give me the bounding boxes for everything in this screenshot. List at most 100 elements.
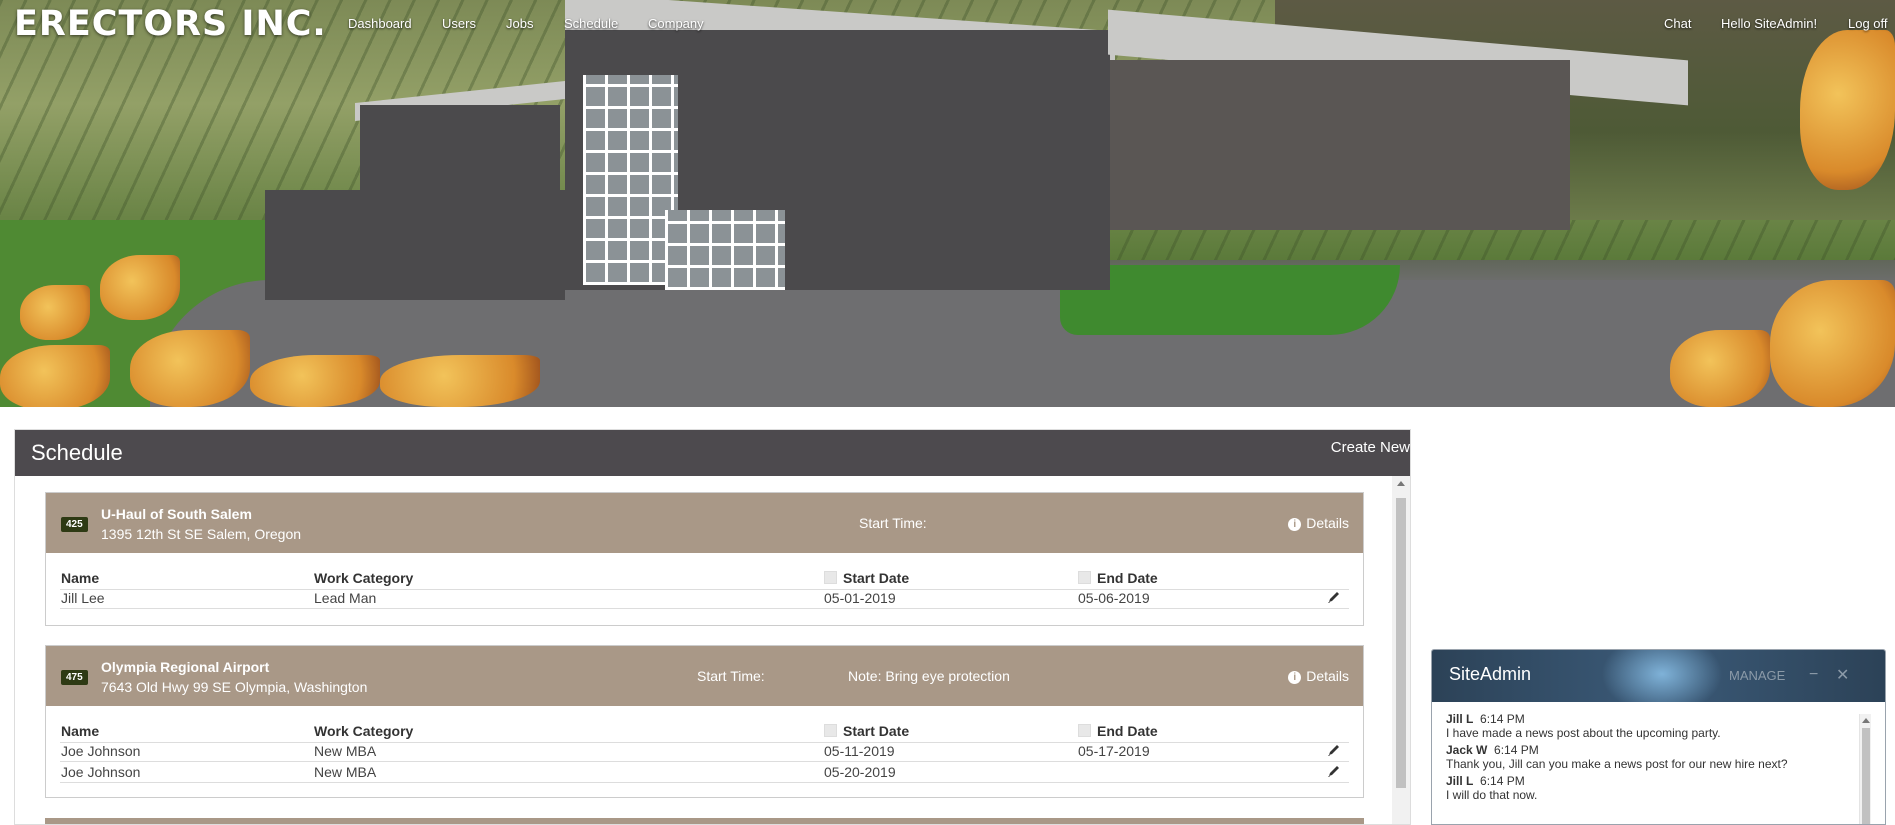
leaf-decoration xyxy=(1770,280,1895,407)
nav-dashboard[interactable]: Dashboard xyxy=(348,16,412,31)
cell-category: New MBA xyxy=(314,764,377,780)
cell-category: New MBA xyxy=(314,743,377,759)
chat-time: 6:14 PM xyxy=(1480,774,1525,788)
col-header-category: Work Category xyxy=(314,570,414,586)
lawn-center xyxy=(1060,265,1400,335)
nav-logoff[interactable]: Log off xyxy=(1848,16,1888,31)
page-title: Schedule xyxy=(31,440,123,465)
nav-hello-user[interactable]: Hello SiteAdmin! xyxy=(1721,16,1817,31)
scroll-thumb[interactable] xyxy=(1862,728,1870,824)
details-label: Details xyxy=(1306,668,1349,684)
col-header-start: Start Date xyxy=(824,723,909,739)
job-start-time: Start Time: xyxy=(859,515,927,531)
col-header-end: End Date xyxy=(1078,723,1158,739)
col-header-name: Name xyxy=(61,723,100,739)
chat-message-text: Thank you, Jill can you make a news post… xyxy=(1446,757,1788,771)
building-canopy-area xyxy=(1110,60,1570,230)
brand-logo[interactable]: ERECTORS INC. xyxy=(14,4,327,44)
job-card: 475 Olympia Regional Airport 7643 Old Hw… xyxy=(45,645,1364,798)
row-divider xyxy=(60,742,1349,743)
create-new-link[interactable]: Create New xyxy=(1331,439,1410,456)
job-name: U-Haul of South Salem xyxy=(101,506,252,522)
nav-chat[interactable]: Chat xyxy=(1664,16,1691,31)
job-start-time: Start Time: xyxy=(697,668,765,684)
cell-start-date: 05-01-2019 xyxy=(824,590,896,606)
row-divider xyxy=(60,608,1349,609)
nav-company[interactable]: Company xyxy=(648,16,704,31)
job-address: 7643 Old Hwy 99 SE Olympia, Washington xyxy=(101,679,368,695)
details-link[interactable]: i Details xyxy=(1288,515,1349,531)
cell-name: Joe Johnson xyxy=(61,764,141,780)
scroll-up-icon[interactable] xyxy=(1397,481,1405,486)
cell-start-date: 05-11-2019 xyxy=(824,743,895,759)
chat-user: Jill L xyxy=(1446,712,1474,726)
chat-user: Jack W xyxy=(1446,743,1488,757)
cell-name: Joe Johnson xyxy=(61,743,141,759)
info-icon: i xyxy=(1288,671,1302,684)
chat-manage-link[interactable]: MANAGE xyxy=(1729,668,1785,683)
chat-widget: SiteAdmin MANAGE − ✕ Jill L 6:14 PM I ha… xyxy=(1431,649,1886,825)
panel-header: Schedule Create New xyxy=(15,430,1410,476)
pencil-icon[interactable] xyxy=(1327,590,1341,604)
cell-end-date: 05-17-2019 xyxy=(1078,743,1150,759)
minimize-icon[interactable]: − xyxy=(1809,666,1818,684)
leaf-decoration xyxy=(130,330,250,407)
col-header-start-label: Start Date xyxy=(843,570,910,586)
building-glass-entry xyxy=(665,210,785,290)
col-header-end-label: End Date xyxy=(1097,723,1158,739)
chat-message-text: I will do that now. xyxy=(1446,788,1538,802)
chat-message-header: Jack W 6:14 PM xyxy=(1446,743,1871,757)
chat-messages: Jill L 6:14 PM I have made a news post a… xyxy=(1432,702,1885,824)
col-header-start: Start Date xyxy=(824,570,909,586)
details-label: Details xyxy=(1306,515,1349,531)
building-wing-left xyxy=(360,105,560,195)
chat-message-header: Jill L 6:14 PM xyxy=(1446,774,1871,788)
row-divider xyxy=(60,589,1349,590)
nav-schedule[interactable]: Schedule xyxy=(564,16,618,31)
col-header-end-label: End Date xyxy=(1097,570,1158,586)
cell-category: Lead Man xyxy=(314,590,377,606)
checkbox[interactable] xyxy=(1078,724,1091,737)
checkbox[interactable] xyxy=(824,724,837,737)
nav-jobs[interactable]: Jobs xyxy=(506,16,533,31)
job-header: 475 Olympia Regional Airport 7643 Old Hw… xyxy=(46,646,1363,706)
leaf-decoration xyxy=(1670,330,1770,407)
building-glass-tower xyxy=(583,75,678,285)
details-link[interactable]: i Details xyxy=(1288,668,1349,684)
job-id-badge: 475 xyxy=(61,670,88,685)
leaf-decoration xyxy=(250,355,380,407)
col-header-name: Name xyxy=(61,570,100,586)
pencil-icon[interactable] xyxy=(1327,764,1341,778)
hero-banner-image xyxy=(0,0,1895,407)
pencil-icon[interactable] xyxy=(1327,743,1341,757)
job-name: Olympia Regional Airport xyxy=(101,659,270,675)
chat-scrollbar[interactable] xyxy=(1859,714,1871,824)
job-address: 1395 12th St SE Salem, Oregon xyxy=(101,526,302,542)
col-header-start-label: Start Date xyxy=(843,723,910,739)
panel-scrollbar[interactable] xyxy=(1392,476,1410,824)
leaf-decoration xyxy=(1800,30,1895,190)
leaf-decoration xyxy=(100,255,180,320)
cell-end-date: 05-06-2019 xyxy=(1078,590,1150,606)
checkbox[interactable] xyxy=(824,571,837,584)
chat-message-text: I have made a news post about the upcomi… xyxy=(1446,726,1721,740)
row-divider xyxy=(60,782,1349,783)
col-header-end: End Date xyxy=(1078,570,1158,586)
cell-name: Jill Lee xyxy=(61,590,105,606)
job-header: 425 U-Haul of South Salem 1395 12th St S… xyxy=(46,493,1363,553)
scroll-up-icon[interactable] xyxy=(1862,718,1870,723)
close-icon[interactable]: ✕ xyxy=(1836,665,1849,685)
chat-user: Jill L xyxy=(1446,774,1474,788)
row-divider xyxy=(60,761,1349,762)
scroll-thumb[interactable] xyxy=(1396,498,1406,788)
schedule-panel: Schedule Create New 425 U-Haul of South … xyxy=(14,429,1411,825)
col-header-category: Work Category xyxy=(314,723,414,739)
building-lower-left xyxy=(265,190,565,300)
job-id-badge: 425 xyxy=(61,517,88,532)
leaf-decoration xyxy=(0,345,110,407)
chat-header: SiteAdmin MANAGE − ✕ xyxy=(1432,650,1885,702)
nav-users[interactable]: Users xyxy=(442,16,476,31)
job-card: 425 U-Haul of South Salem 1395 12th St S… xyxy=(45,492,1364,626)
job-header xyxy=(45,818,1364,824)
checkbox[interactable] xyxy=(1078,571,1091,584)
